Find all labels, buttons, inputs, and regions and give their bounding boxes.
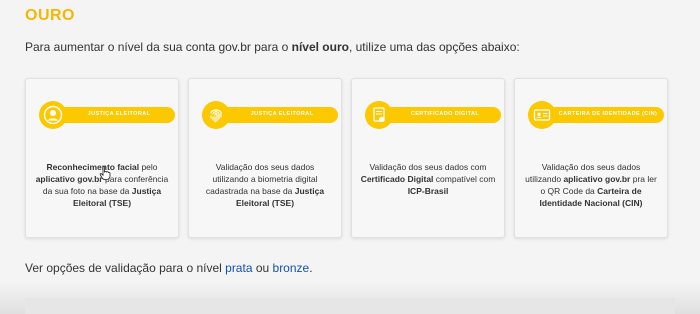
certificate-icon	[365, 101, 393, 129]
intro-bold: nível ouro	[291, 40, 349, 54]
validation-options: JUSTIÇA ELEITORAL Reconhecimento facial …	[25, 78, 675, 238]
page-title: OURO	[25, 7, 75, 24]
hand-cursor-icon	[99, 166, 111, 185]
other-levels-text: Ver opções de validação para o nível pra…	[25, 261, 313, 275]
link-prata[interactable]: prata	[225, 261, 252, 275]
option-badge: JUSTIÇA ELEITORAL	[202, 101, 340, 129]
desc-bold: Certificado Digital	[360, 174, 434, 184]
next-section-bar	[25, 298, 675, 314]
fingerprint-icon	[202, 101, 230, 129]
intro-part2: , utilize uma das opções abaixo:	[348, 40, 520, 54]
option-description: Validação dos seus dados utilizando a bi…	[197, 161, 333, 209]
option-card-cin[interactable]: CARTEIRA DE IDENTIDADE (CIN) Validação d…	[514, 78, 668, 238]
option-description: Validação dos seus dados com Certificado…	[360, 161, 496, 197]
option-badge: CERTIFICADO DIGITAL	[365, 101, 503, 129]
desc-bold: Reconhecimento facial	[46, 162, 140, 172]
badge-label: JUSTIÇA ELEITORAL	[250, 111, 314, 117]
desc-bold: ICP-Brasil	[407, 186, 449, 196]
link-bronze[interactable]: bronze	[273, 261, 310, 275]
intro-part1: Para aumentar o nível da sua conta gov.b…	[25, 40, 292, 54]
id-card-icon	[528, 101, 556, 129]
badge-label: CARTEIRA DE IDENTIDADE (CIN)	[558, 111, 658, 117]
desc-text: Validação dos seus dados com	[369, 162, 487, 172]
option-card-certificado[interactable]: CERTIFICADO DIGITAL Validação dos seus d…	[351, 78, 505, 238]
option-badge: CARTEIRA DE IDENTIDADE (CIN)	[528, 101, 666, 129]
desc-bold: aplicativo gov.br	[563, 174, 631, 184]
desc-text: compatível com	[433, 174, 496, 184]
badge-label: CERTIFICADO DIGITAL	[410, 111, 480, 117]
intro-text: Para aumentar o nível da sua conta gov.b…	[25, 40, 520, 54]
option-description: Validação dos seus dados utilizando apli…	[523, 161, 659, 209]
face-icon	[39, 101, 67, 129]
desc-text: pelo	[139, 162, 158, 172]
option-card-biometria[interactable]: JUSTIÇA ELEITORAL Validação dos seus dad…	[188, 78, 342, 238]
option-badge: JUSTIÇA ELEITORAL	[39, 101, 177, 129]
footer-text: Ver opções de validação para o nível	[25, 261, 226, 275]
badge-label: JUSTIÇA ELEITORAL	[87, 111, 151, 117]
footer-middle: ou	[252, 261, 273, 275]
option-card-facial[interactable]: JUSTIÇA ELEITORAL Reconhecimento facial …	[25, 78, 179, 238]
desc-bold: aplicativo gov.br	[35, 174, 103, 184]
footer-end: .	[309, 261, 313, 275]
